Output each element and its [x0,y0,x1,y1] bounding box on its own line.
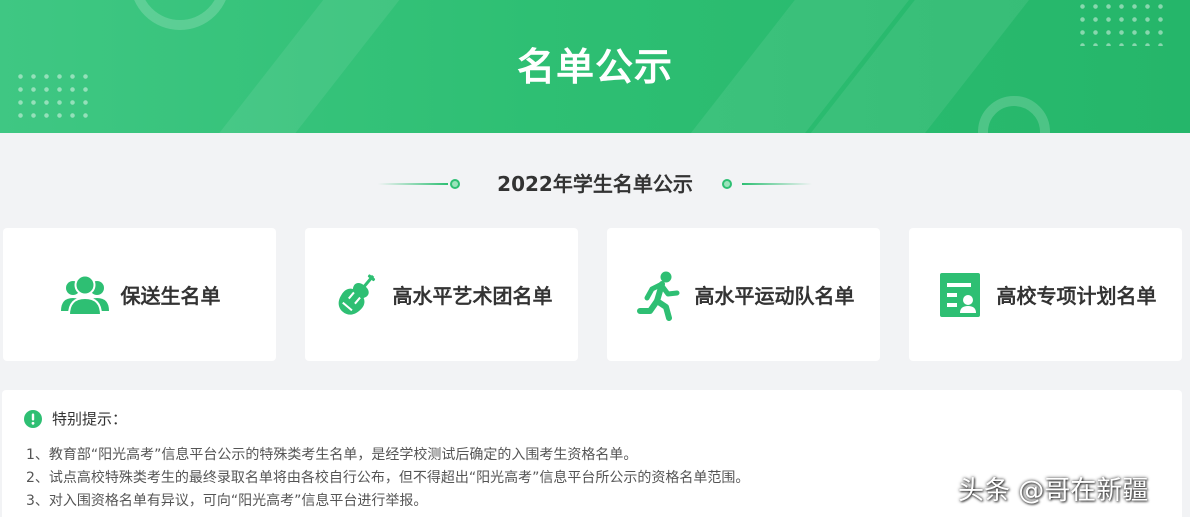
title-decoration-dot-right [722,179,732,189]
people-group-icon [60,274,109,316]
card-label: 高水平艺术团名单 [392,284,553,308]
card-label: 高水平运动队名单 [694,284,855,308]
watermark: 头条 @哥在新疆 [958,476,1149,506]
card-recommended-students[interactable]: 保送生名单 [3,228,276,361]
banner-ring-decoration [130,0,230,30]
section-header: 2022年学生名单公示 [0,168,1190,200]
header-banner: 名单公示 [0,0,1190,133]
notice-item: 2、试点高校特殊类考生的最终录取名单将由各校自行公布，但不得超出“阳光高考”信息… [26,470,750,486]
notice-heading: 特别提示： [24,408,127,429]
notice-list: 1、教育部“阳光高考”信息平台公示的特殊类考生名单，是经学校测试后确定的入围考生… [26,444,749,513]
card-sports-team[interactable]: 高水平运动队名单 [607,228,880,361]
card-special-program[interactable]: 高校专项计划名单 [909,228,1182,361]
card-art-troupe[interactable]: 高水平艺术团名单 [305,228,578,361]
exclamation-circle-icon [24,409,42,428]
section-title: 2022年学生名单公示 [497,172,693,196]
banner-ring-decoration [978,96,1050,133]
violin-icon [338,273,375,315]
notice-item: 1、教育部“阳光高考”信息平台公示的特殊类考生名单，是经学校测试后确定的入围考生… [26,447,638,463]
running-person-icon [636,271,679,321]
card-label: 高校专项计划名单 [996,284,1157,308]
notice-item: 3、对入围资格名单有异议，可向“阳光高考”信息平台进行举报。 [26,493,428,509]
notice-heading-text: 特别提示： [52,410,128,428]
card-label: 保送生名单 [120,284,221,308]
title-decoration-line-right [742,183,812,185]
page-title: 名单公示 [516,45,673,89]
id-card-icon [939,272,980,317]
